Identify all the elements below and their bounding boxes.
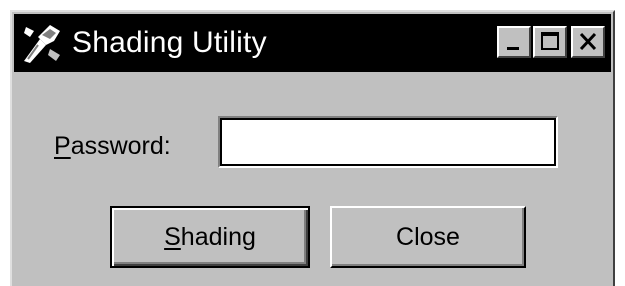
maximize-button[interactable] [533, 26, 567, 58]
shading-button-accelerator: S [164, 222, 181, 251]
minimize-button[interactable] [497, 26, 531, 58]
shading-utility-window: Shading Utility Password: S hading Close [10, 10, 615, 286]
shading-button-label: hading [180, 222, 256, 251]
close-icon [579, 32, 597, 51]
close-button-label: Close [396, 222, 460, 251]
window-controls [495, 26, 605, 58]
close-window-button[interactable] [571, 26, 605, 58]
shading-button[interactable]: Shading [110, 206, 310, 268]
close-button[interactable]: Close [330, 206, 526, 268]
minimize-icon [507, 47, 519, 50]
maximize-icon [541, 32, 559, 50]
dialog-body: Password: Shading Close [12, 74, 613, 286]
password-label-accelerator: P [54, 132, 71, 160]
password-label: Password: [54, 132, 171, 161]
shading-utility-app-icon [20, 21, 64, 65]
password-field[interactable] [218, 116, 558, 168]
window-title: Shading Utility [72, 26, 267, 59]
password-label-text: assword: [70, 132, 171, 160]
title-bar[interactable]: Shading Utility [14, 14, 611, 72]
